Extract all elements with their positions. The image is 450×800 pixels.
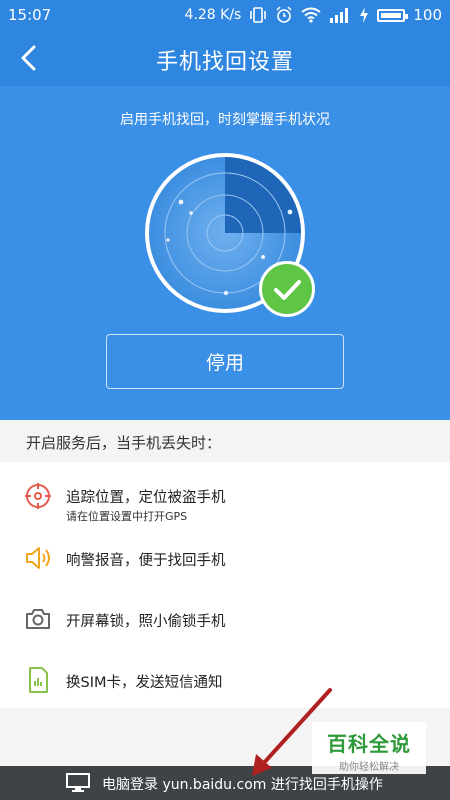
- alarm-icon: [276, 6, 292, 23]
- feature-label: 追踪位置，定位被盗手机: [66, 490, 226, 506]
- signal-icon: [330, 8, 349, 23]
- sim-card-icon: [29, 667, 48, 693]
- watermark-main: 百科全说: [327, 732, 411, 756]
- network-speed: 4.28 K/s: [184, 7, 242, 23]
- computer-icon: [66, 773, 90, 792]
- battery-icon: [377, 8, 409, 22]
- page-title: 手机找回设置: [155, 50, 294, 75]
- status-bar: 15:07 4.28 K/s 100: [0, 0, 450, 30]
- watermark-sub: 助你轻松解决: [339, 762, 399, 773]
- check-badge-icon: [259, 261, 315, 317]
- list-item: 开屏幕锁，照小偷锁手机: [0, 588, 450, 648]
- list-item: 响警报音，便于找回手机: [0, 528, 450, 588]
- feature-sublabel: 请在位置设置中打开GPS: [66, 510, 188, 523]
- feature-list: 追踪位置，定位被盗手机 请在位置设置中打开GPS 响警报音，便于找回手机 开屏幕…: [0, 462, 450, 708]
- camera-icon: [26, 609, 50, 629]
- bottom-bar-text: 电脑登录 yun.baidu.com 进行找回手机操作: [102, 777, 383, 793]
- feature-label: 响警报音，便于找回手机: [66, 553, 226, 569]
- features-header: 开启服务后，当手机丢失时：: [0, 420, 450, 462]
- battery-level: 100: [413, 6, 442, 24]
- list-item: 追踪位置，定位被盗手机 请在位置设置中打开GPS: [0, 464, 450, 524]
- watermark: 百科全说 助你轻松解决: [312, 722, 426, 774]
- hero-panel: 启用手机找回，时刻掌握手机状况 停用: [0, 86, 450, 420]
- status-icons: 4.28 K/s 100: [185, 6, 442, 24]
- disable-button[interactable]: 停用: [106, 334, 344, 389]
- vibrate-icon: [250, 7, 267, 23]
- status-time: 15:07: [8, 6, 52, 24]
- target-icon: [25, 483, 51, 509]
- feature-label: 开屏幕锁，照小偷锁手机: [66, 614, 226, 630]
- speaker-icon: [26, 547, 50, 569]
- feature-label: 换SIM卡，发送短信通知: [66, 675, 223, 691]
- charging-icon: [360, 7, 369, 23]
- title-bar: 手机找回设置: [0, 30, 450, 86]
- wifi-icon: [301, 7, 321, 23]
- hero-subtitle: 启用手机找回，时刻掌握手机状况: [120, 112, 330, 128]
- list-item: 换SIM卡，发送短信通知: [0, 648, 450, 708]
